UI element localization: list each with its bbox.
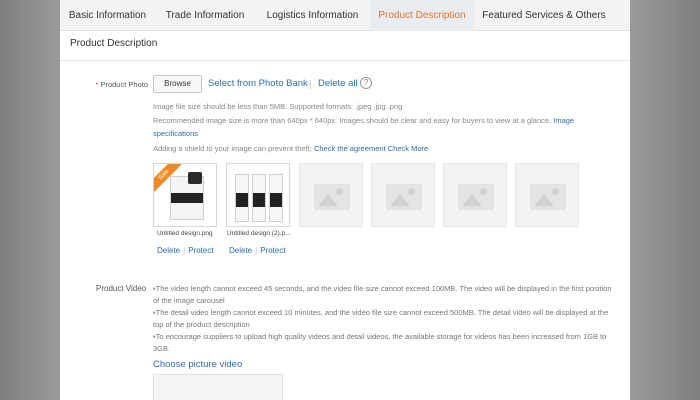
size-note: Image file size should be less than 5MB.… bbox=[153, 102, 403, 111]
protect-image-button[interactable]: Protect bbox=[188, 246, 213, 255]
product-form-panel: Basic Information Trade Information Logi… bbox=[60, 0, 630, 400]
check-agreement-link[interactable]: Check the agreement bbox=[314, 144, 386, 153]
image-actions: Delete | Protect bbox=[229, 246, 286, 255]
tab-bar: Basic Information Trade Information Logi… bbox=[60, 0, 630, 31]
stick-pack-image bbox=[235, 174, 249, 222]
stick-pack-image bbox=[252, 174, 266, 222]
empty-image-slot[interactable] bbox=[299, 163, 363, 227]
product-photo-label: * Product Photo bbox=[80, 80, 148, 89]
protect-image-button[interactable]: Protect bbox=[260, 246, 285, 255]
section-title: Product Description bbox=[70, 38, 158, 49]
product-photo-label-text: Product Photo bbox=[100, 80, 148, 89]
product-video-label: Product Video bbox=[96, 284, 147, 293]
tab-basic-information[interactable]: Basic Information bbox=[60, 0, 155, 31]
image-actions: Delete | Protect bbox=[157, 246, 214, 255]
image-caption: Untitled design.png bbox=[157, 230, 213, 237]
tab-featured-services[interactable]: Featured Services & Others bbox=[474, 0, 614, 31]
choose-picture-video-link[interactable]: Choose picture video bbox=[153, 359, 242, 370]
shield-note-text: Adding a shield to your image can preven… bbox=[153, 144, 312, 153]
delete-image-button[interactable]: Delete bbox=[157, 246, 180, 255]
video-note: •The detail video length cannot exceed 1… bbox=[153, 308, 609, 329]
delete-image-button[interactable]: Delete bbox=[229, 246, 252, 255]
empty-image-slot[interactable] bbox=[515, 163, 579, 227]
separator: | bbox=[183, 246, 186, 255]
tab-product-description[interactable]: Product Description bbox=[370, 0, 474, 31]
video-note: •The video length cannot exceed 45 secon… bbox=[153, 284, 612, 305]
video-upload-box[interactable] bbox=[153, 374, 283, 400]
product-image-2[interactable] bbox=[226, 163, 290, 227]
video-note: •To encourage suppliers to upload high q… bbox=[153, 332, 607, 353]
separator: | bbox=[309, 79, 312, 89]
image-caption: Untitled design (2).p... bbox=[227, 230, 291, 237]
check-more-link[interactable]: Check More bbox=[388, 144, 428, 153]
background-right bbox=[630, 0, 700, 400]
tab-logistics-information[interactable]: Logistics Information bbox=[255, 0, 370, 31]
recommend-note: Recommended image size is more than 640p… bbox=[153, 114, 613, 140]
delete-all-link[interactable]: Delete all bbox=[318, 78, 358, 89]
separator: | bbox=[255, 246, 258, 255]
video-notes: •The video length cannot exceed 45 secon… bbox=[153, 283, 613, 355]
stick-pack-image bbox=[269, 174, 283, 222]
select-photo-bank-link[interactable]: Select from Photo Bank bbox=[208, 78, 308, 89]
coffee-cup-image bbox=[188, 172, 202, 184]
shield-note: Adding a shield to your image can preven… bbox=[153, 142, 613, 155]
tab-trade-information[interactable]: Trade Information bbox=[155, 0, 255, 31]
help-icon[interactable]: ? bbox=[360, 77, 372, 89]
empty-image-slot[interactable] bbox=[443, 163, 507, 227]
section-divider bbox=[60, 60, 630, 61]
browse-button[interactable]: Browse bbox=[153, 75, 202, 93]
recommend-note-text: Recommended image size is more than 640p… bbox=[153, 116, 552, 125]
required-mark: * bbox=[95, 80, 99, 89]
empty-image-slot[interactable] bbox=[371, 163, 435, 227]
background-left bbox=[0, 0, 60, 400]
product-image-1[interactable]: Sale bbox=[153, 163, 217, 227]
